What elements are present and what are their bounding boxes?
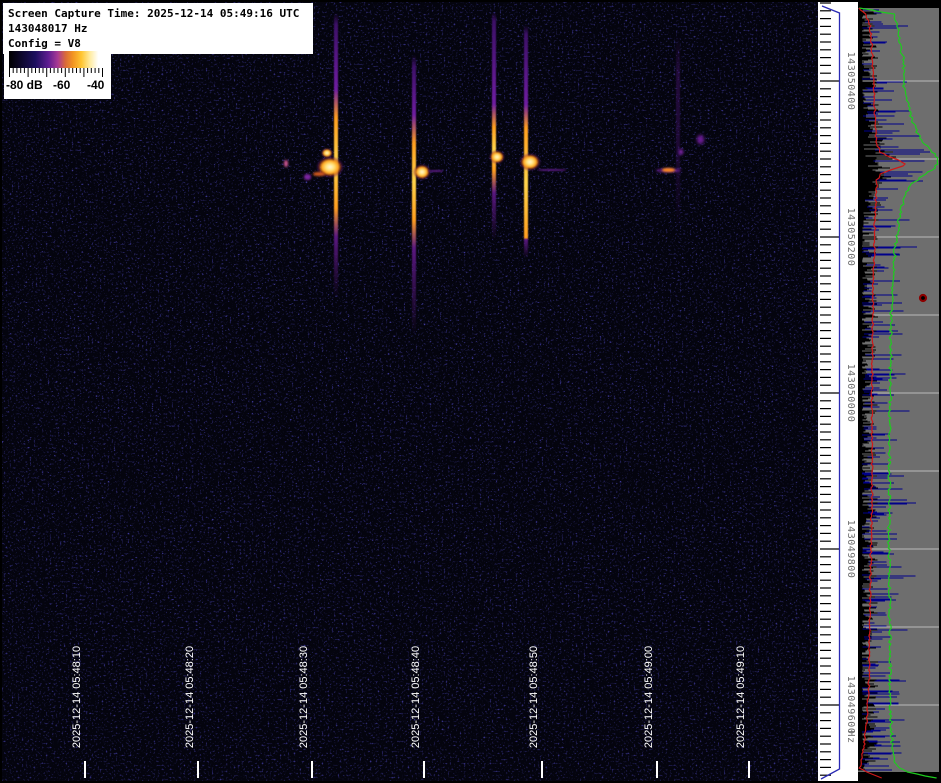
frequency-label: 143049800 (845, 519, 856, 579)
frequency-label: 143050200 (845, 207, 856, 267)
time-axis-tick (541, 761, 543, 778)
meteor-echo-blob (321, 148, 333, 158)
time-axis-tick (197, 761, 199, 778)
time-axis-tick (656, 761, 658, 778)
meteor-echo-streak (492, 12, 496, 240)
faint-echo-spot (662, 168, 675, 172)
time-axis-tick (311, 761, 313, 778)
frequency-label: 143050000 (845, 363, 856, 423)
meteor-echo-streak (334, 13, 338, 298)
screen-capture-image: 2025-12-14 05:48:10 2025-12-14 05:48:20 … (0, 0, 941, 783)
colorbar: -80 dB -60 -40 (4, 51, 111, 99)
colorbar-mid-label: -60 (53, 78, 71, 92)
faint-echo-spot (304, 174, 311, 180)
time-axis-label: 2025-12-14 05:48:20 (184, 645, 196, 749)
side-spectrum-panel (858, 2, 939, 781)
side-spectrum-plot (858, 2, 939, 781)
meteor-echo-blob (677, 147, 685, 157)
meteor-echo-streak (676, 35, 680, 230)
colorbar-ruler (9, 68, 103, 77)
meteor-echo-blob (489, 150, 505, 164)
time-axis-label: 2025-12-14 05:49:00 (643, 645, 655, 749)
colorbar-max-label: -40 (87, 78, 105, 92)
time-axis-tick (423, 761, 425, 778)
faint-echo-spot (284, 160, 288, 167)
meteor-echo-blob (519, 153, 541, 171)
faint-echo-spot (538, 169, 566, 171)
frequency-label: 143050400 (845, 51, 856, 111)
colorbar-min-label: -80 dB (6, 78, 43, 92)
time-axis-label: 2025-12-14 05:48:40 (410, 645, 422, 749)
time-axis-tick (748, 761, 750, 778)
faint-echo-spot (697, 135, 704, 144)
colorbar-gradient (9, 51, 103, 68)
capture-info-box: Screen Capture Time: 2025-12-14 05:49:16… (3, 3, 313, 54)
faint-echo-spot (428, 170, 443, 172)
config-text: Config = V8 (8, 37, 81, 50)
capture-time-text: Screen Capture Time: 2025-12-14 05:49:16… (8, 7, 300, 20)
time-axis-label: 2025-12-14 05:49:10 (735, 645, 747, 749)
faint-echo-spot (313, 172, 325, 176)
meteor-echo-blob (413, 164, 431, 180)
frequency-unit-label: Hz (845, 730, 856, 744)
time-axis-label: 2025-12-14 05:48:10 (71, 645, 83, 749)
waterfall-spectrogram: 2025-12-14 05:48:10 2025-12-14 05:48:20 … (2, 2, 818, 781)
time-axis-label: 2025-12-14 05:48:50 (528, 645, 540, 749)
time-axis-label: 2025-12-14 05:48:30 (298, 645, 310, 749)
meteor-echo-streak (412, 55, 416, 335)
meteor-echo-streak (524, 25, 528, 258)
receiver-frequency-text: 143048017 Hz (8, 22, 88, 35)
time-axis-tick (84, 761, 86, 778)
